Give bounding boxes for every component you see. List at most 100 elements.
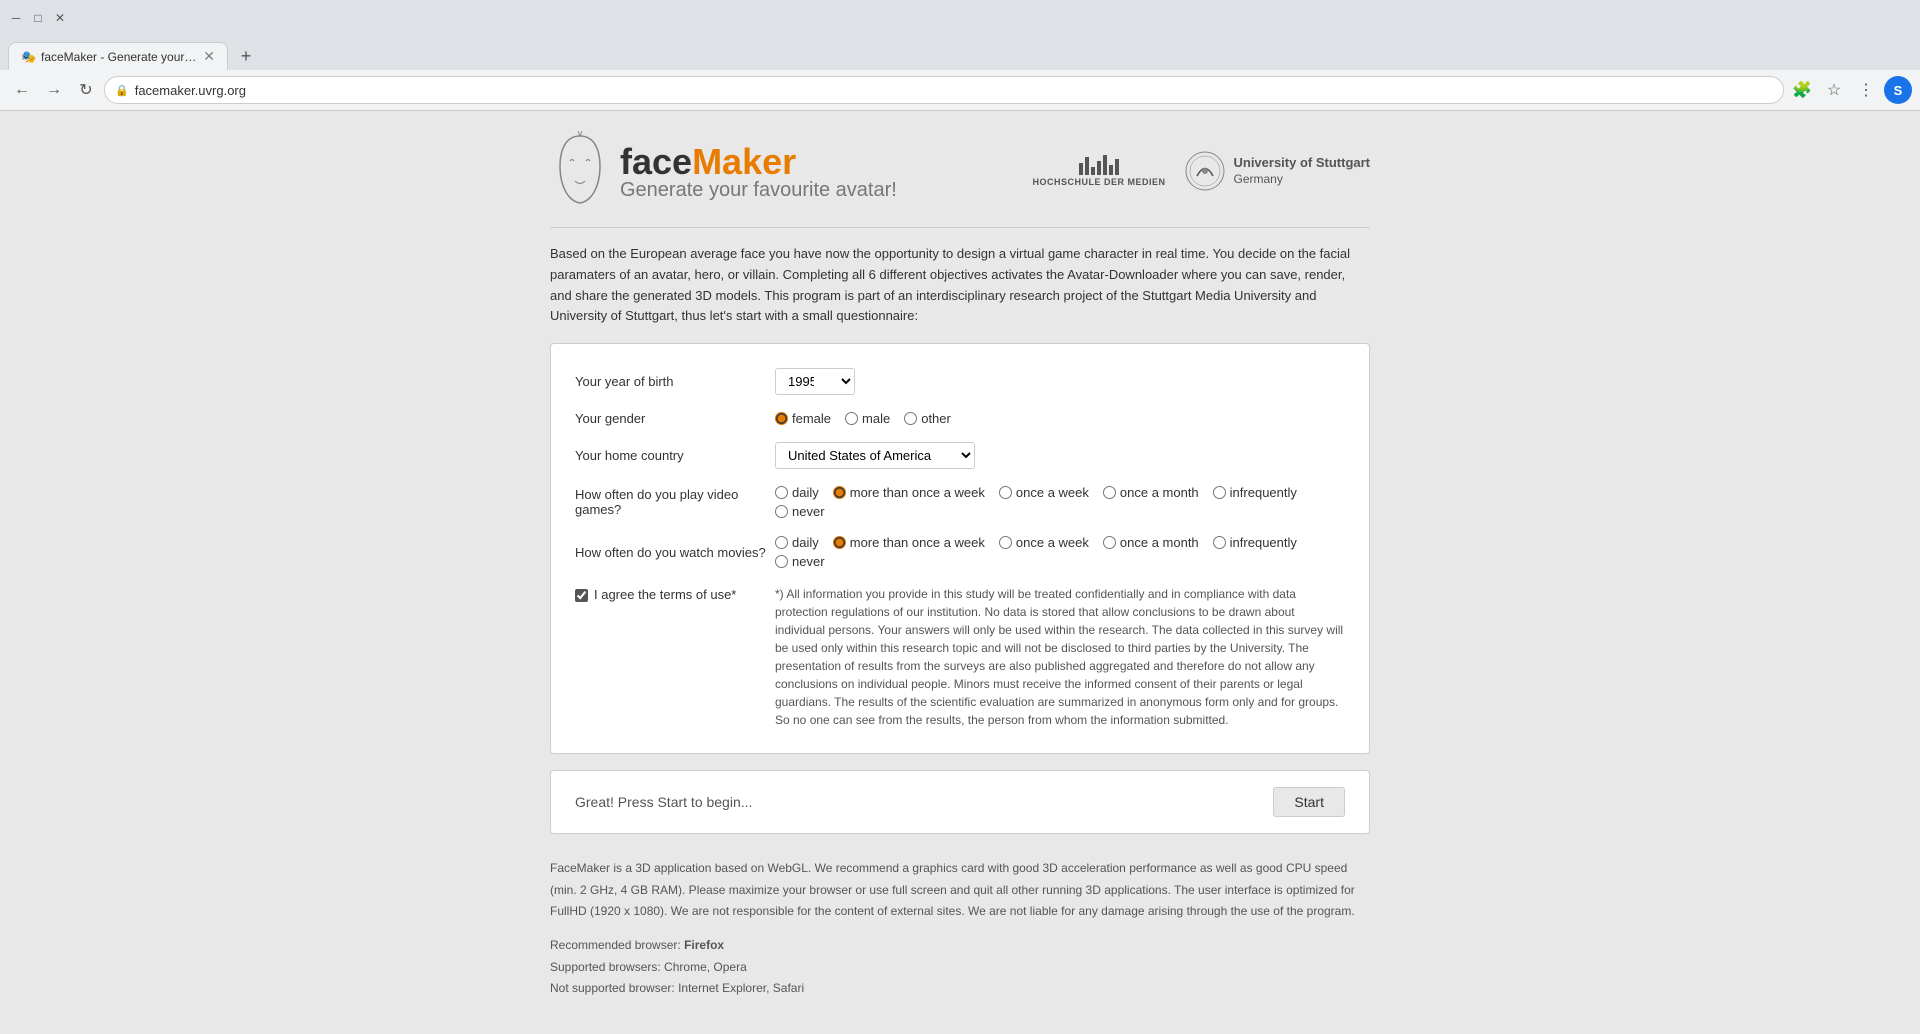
vg-daily-option[interactable]: daily xyxy=(775,485,819,500)
gender-male-option[interactable]: male xyxy=(845,411,890,426)
forward-button[interactable]: → xyxy=(40,76,68,104)
browser-chrome: ─ □ ✕ 🎭 faceMaker - Generate your favo..… xyxy=(0,0,1920,111)
logo-subtitle: Generate your favourite avatar! xyxy=(620,179,897,202)
video-games-row: How often do you play video games? daily… xyxy=(575,485,1345,519)
url-text: facemaker.uvrg.org xyxy=(135,83,1773,98)
vg-daily-radio[interactable] xyxy=(775,486,788,499)
gender-male-radio[interactable] xyxy=(845,412,858,425)
mov-once-month-radio[interactable] xyxy=(1103,536,1116,549)
vg-once-month-option[interactable]: once a month xyxy=(1103,485,1199,500)
address-box[interactable]: 🔒 facemaker.uvrg.org xyxy=(104,76,1784,104)
gender-other-option[interactable]: other xyxy=(904,411,951,426)
back-icon: ← xyxy=(14,81,30,99)
year-of-birth-select[interactable]: 1995 1990 1991 1992 1993 1994 1996 1997 … xyxy=(775,368,855,395)
logo-face-text: face xyxy=(620,141,692,182)
vg-more-once-week-option[interactable]: more than once a week xyxy=(833,485,985,500)
hdm-bar-1 xyxy=(1079,163,1083,175)
refresh-icon: ↻ xyxy=(79,80,92,100)
logo-title: faceMaker xyxy=(620,141,897,183)
mov-once-week-option[interactable]: once a week xyxy=(999,535,1089,550)
home-country-select[interactable]: United States of America Germany France … xyxy=(775,442,975,469)
bookmark-button[interactable]: ☆ xyxy=(1820,76,1848,104)
tab-title: faceMaker - Generate your favo... xyxy=(41,50,197,64)
address-bar-row: ← → ↻ 🔒 facemaker.uvrg.org 🧩 ☆ ⋮ S xyxy=(0,70,1920,110)
stuttgart-logo: University of Stuttgart Germany xyxy=(1185,151,1370,191)
vg-once-week-option[interactable]: once a week xyxy=(999,485,1089,500)
terms-content: *) All information you provide in this s… xyxy=(775,585,1345,729)
gender-radio-group: female male other xyxy=(775,411,1345,426)
mov-more-once-week-option[interactable]: more than once a week xyxy=(833,535,985,550)
mov-never-label: never xyxy=(792,554,825,569)
mov-once-week-radio[interactable] xyxy=(999,536,1012,549)
home-country-row: Your home country United States of Ameri… xyxy=(575,442,1345,469)
vg-more-once-week-label: more than once a week xyxy=(850,485,985,500)
hdm-bar-5 xyxy=(1103,155,1107,175)
logo-text-area: faceMaker Generate your favourite avatar… xyxy=(620,141,897,202)
start-button[interactable]: Start xyxy=(1273,787,1345,817)
mov-infrequently-option[interactable]: infrequently xyxy=(1213,535,1297,550)
main-container: faceMaker Generate your favourite avatar… xyxy=(550,131,1370,1000)
vg-once-month-label: once a month xyxy=(1120,485,1199,500)
rec-browser-value: Firefox xyxy=(684,938,724,952)
not-supported-browsers: Not supported browser: Internet Explorer… xyxy=(550,978,1370,1000)
hdm-bar-2 xyxy=(1085,157,1089,175)
close-tab-icon[interactable]: ✕ xyxy=(203,48,215,65)
vg-more-once-week-radio[interactable] xyxy=(833,486,846,499)
mov-infrequently-radio[interactable] xyxy=(1213,536,1226,549)
gender-female-label: female xyxy=(792,411,831,426)
footer-bar: Great! Press Start to begin... Start xyxy=(550,770,1370,834)
hdm-bar-4 xyxy=(1097,161,1101,175)
mov-daily-radio[interactable] xyxy=(775,536,788,549)
minimize-button[interactable]: ─ xyxy=(8,10,24,26)
gender-female-radio[interactable] xyxy=(775,412,788,425)
back-button[interactable]: ← xyxy=(8,76,36,104)
vg-once-month-radio[interactable] xyxy=(1103,486,1116,499)
terms-label[interactable]: I agree the terms of use* xyxy=(594,587,736,602)
vg-once-week-radio[interactable] xyxy=(999,486,1012,499)
mov-more-once-week-radio[interactable] xyxy=(833,536,846,549)
stuttgart-emblem-icon xyxy=(1185,151,1225,191)
mov-never-radio[interactable] xyxy=(775,555,788,568)
vg-infrequently-option[interactable]: infrequently xyxy=(1213,485,1297,500)
mov-once-month-label: once a month xyxy=(1120,535,1199,550)
home-country-control: United States of America Germany France … xyxy=(775,442,1345,469)
hdm-text: HOCHSCHULE DER MEDIEN xyxy=(1032,177,1165,187)
mov-daily-label: daily xyxy=(792,535,819,550)
year-of-birth-row: Your year of birth 1995 1990 1991 1992 1… xyxy=(575,368,1345,395)
hdm-bars xyxy=(1079,155,1119,175)
form-card: Your year of birth 1995 1990 1991 1992 1… xyxy=(550,343,1370,754)
active-tab[interactable]: 🎭 faceMaker - Generate your favo... ✕ xyxy=(8,42,228,70)
mov-never-option[interactable]: never xyxy=(775,554,825,569)
close-button[interactable]: ✕ xyxy=(52,10,68,26)
mov-once-month-option[interactable]: once a month xyxy=(1103,535,1199,550)
refresh-button[interactable]: ↻ xyxy=(72,76,100,104)
terms-checkbox[interactable] xyxy=(575,589,588,602)
vg-infrequently-radio[interactable] xyxy=(1213,486,1226,499)
page-content: faceMaker Generate your favourite avatar… xyxy=(0,111,1920,1034)
vg-never-radio[interactable] xyxy=(775,505,788,518)
supported-browsers: Supported browsers: Chrome, Opera xyxy=(550,957,1370,979)
maximize-button[interactable]: □ xyxy=(30,10,46,26)
mov-daily-option[interactable]: daily xyxy=(775,535,819,550)
gender-other-radio[interactable] xyxy=(904,412,917,425)
gender-label: Your gender xyxy=(575,411,775,426)
favicon: 🎭 xyxy=(21,50,35,64)
mov-infrequently-label: infrequently xyxy=(1230,535,1297,550)
movies-control: daily more than once a week once a week xyxy=(775,535,1345,569)
year-of-birth-label: Your year of birth xyxy=(575,374,775,389)
new-tab-button[interactable]: + xyxy=(232,42,260,70)
lock-icon: 🔒 xyxy=(115,84,129,97)
gender-female-option[interactable]: female xyxy=(775,411,831,426)
settings-button[interactable]: ⋮ xyxy=(1852,76,1880,104)
movies-radio-group: daily more than once a week once a week xyxy=(775,535,1345,569)
hdm-bar-7 xyxy=(1115,159,1119,175)
video-games-label: How often do you play video games? xyxy=(575,487,775,517)
logo-area: faceMaker Generate your favourite avatar… xyxy=(550,131,897,211)
profile-button[interactable]: S xyxy=(1884,76,1912,104)
extensions-button[interactable]: 🧩 xyxy=(1788,76,1816,104)
university-name: University of Stuttgart xyxy=(1233,155,1370,172)
movies-label: How often do you watch movies? xyxy=(575,545,775,560)
gender-other-label: other xyxy=(921,411,951,426)
vg-daily-label: daily xyxy=(792,485,819,500)
vg-never-option[interactable]: never xyxy=(775,504,825,519)
